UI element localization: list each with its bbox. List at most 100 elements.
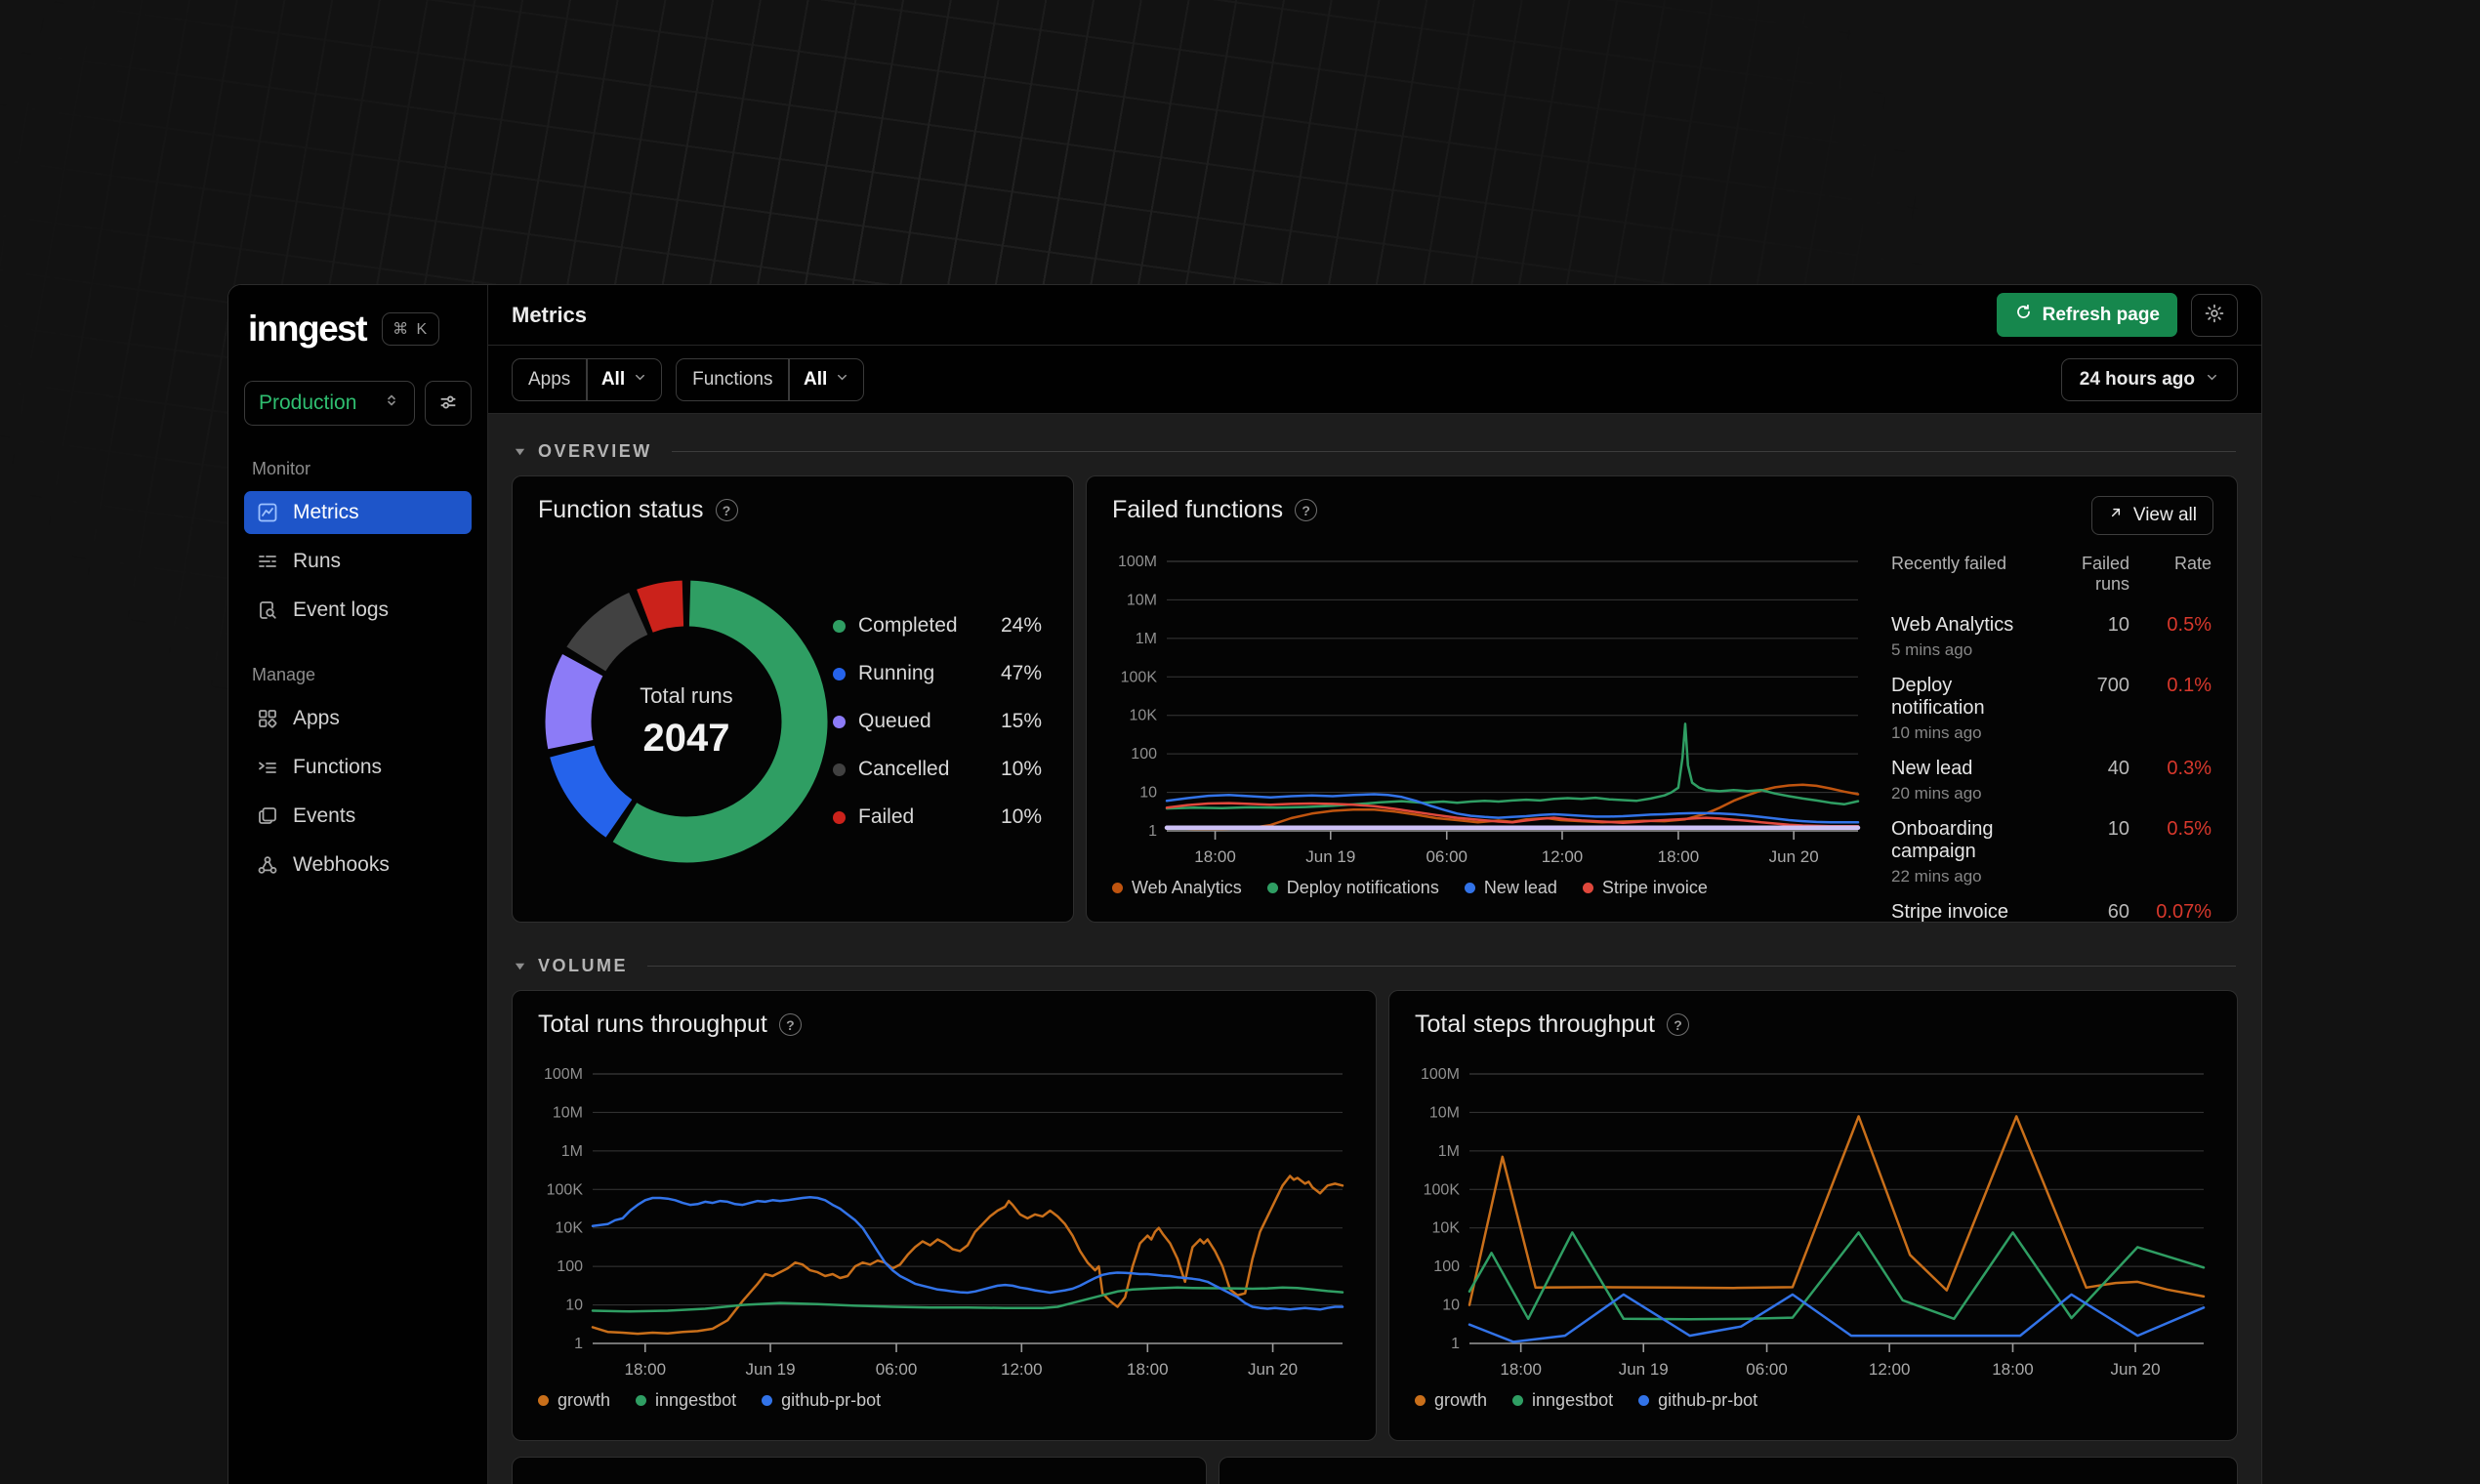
svg-text:18:00: 18:00 — [624, 1360, 666, 1379]
failed-function-name-cell: Web Analytics 5 mins ago — [1891, 614, 2040, 660]
svg-text:10K: 10K — [1130, 708, 1158, 724]
functions-filter-label: Functions — [692, 368, 773, 390]
legend-item-inngestbot: inngestbot — [1512, 1390, 1613, 1411]
series-github-pr-bot — [1467, 1293, 2206, 1343]
legend-item-completed: Completed 24% — [833, 614, 1042, 638]
total-steps-chart: 100M 10M 1M 100K 10K 100 10 1 18:00 Jun 19 06:00 12… — [1421, 1066, 2206, 1379]
svg-text:10: 10 — [1442, 1298, 1460, 1314]
table-header-row: Recently failed Failed runs Rate — [1891, 554, 2211, 595]
series-deploy-notifications — [1165, 722, 1860, 810]
total-steps-throughput-card: Total steps throughput ? 100M 10M 1M 100K 10… — [1388, 990, 2238, 1441]
view-all-label: View all — [2132, 505, 2197, 525]
table-row[interactable]: Deploy notification 10 mins ago 700 0.1% — [1891, 675, 2211, 743]
legend-dot — [833, 715, 846, 728]
failed-function-name-cell: New lead 20 mins ago — [1891, 758, 2040, 804]
failure-rate-value: 0.5% — [2167, 818, 2211, 840]
failed-function-time: 5 mins ago — [1891, 640, 1973, 659]
legend-item-inngestbot: inngestbot — [636, 1390, 736, 1411]
time-range-select[interactable]: 24 hours ago — [2060, 357, 2238, 401]
sidebar-item-functions[interactable]: Functions — [244, 746, 472, 789]
svg-text:10: 10 — [565, 1298, 583, 1314]
legend-label: growth — [1434, 1390, 1488, 1410]
sidebar-item-runs[interactable]: Runs — [244, 540, 472, 583]
legend-item-github-pr-bot: github-pr-bot — [1638, 1390, 1757, 1411]
legend-item-growth: growth — [538, 1390, 610, 1411]
sdk-request-throughput-card: SDK request throughput ? — [512, 1457, 1207, 1484]
series-inngestbot — [1467, 1231, 2206, 1321]
content-scroll-area[interactable]: OVERVIEW Function status ? Total runs 20… — [488, 414, 2261, 1484]
legend-dot — [833, 810, 846, 824]
failed-function-name-cell: Stripe invoice25 mins ago — [1891, 901, 2040, 922]
svg-text:10M: 10M — [1127, 592, 1157, 608]
series-inngestbot — [591, 1286, 1344, 1313]
legend-dot — [538, 1395, 549, 1406]
legend-label: Web Analytics — [1132, 878, 1242, 897]
svg-text:18:00: 18:00 — [1500, 1360, 1542, 1379]
sidebar-item-label: Functions — [293, 756, 383, 778]
svg-text:100K: 100K — [1121, 669, 1158, 685]
function-status-card: Function status ? Total runs 2047 Comple… — [512, 475, 1074, 923]
svg-text:1M: 1M — [561, 1143, 583, 1160]
volume-section-header[interactable]: VOLUME — [514, 956, 2236, 976]
sidebar-item-label: Apps — [293, 707, 340, 729]
functions-filter[interactable]: Functions All — [676, 357, 865, 401]
env-filter-button[interactable] — [425, 381, 472, 426]
legend-dot — [833, 763, 846, 776]
failure-rate-value: 0.3% — [2167, 758, 2211, 779]
failed-functions-title: Failed functions — [1112, 496, 1284, 523]
legend-label: github-pr-bot — [781, 1390, 882, 1410]
table-row[interactable]: New lead 20 mins ago 40 0.3% — [1891, 758, 2211, 804]
legend-item-queued: Queued 15% — [833, 710, 1042, 733]
table-row[interactable]: Onboarding campaign 22 mins ago 10 0.5% — [1891, 818, 2211, 886]
command-k-shortcut[interactable]: ⌘ K — [382, 312, 440, 346]
apps-filter[interactable]: Apps All — [512, 357, 663, 401]
svg-text:18:00: 18:00 — [1194, 847, 1236, 866]
collapse-triangle-icon — [514, 960, 526, 972]
webhook-icon — [256, 853, 279, 877]
sidebar-item-metrics[interactable]: Metrics — [244, 491, 472, 534]
doc-search-icon — [256, 598, 279, 622]
sidebar-item-label: Runs — [293, 550, 342, 572]
sidebar-item-apps[interactable]: Apps — [244, 697, 472, 740]
overview-section-header[interactable]: OVERVIEW — [514, 441, 2236, 462]
failure-rate-value: 0.07% — [2156, 901, 2211, 923]
svg-text:12:00: 12:00 — [1001, 1360, 1043, 1379]
sidebar-item-events[interactable]: Events — [244, 795, 472, 838]
view-all-button[interactable]: View all — [2090, 496, 2213, 535]
legend-label: Stripe invoice — [1601, 878, 1708, 897]
legend-label: Cancelled — [858, 758, 950, 780]
refresh-page-button[interactable]: Refresh page — [1996, 293, 2177, 337]
svg-text:Jun 20: Jun 20 — [1769, 847, 1819, 866]
backlog-card: Backlog ? — [1219, 1457, 2238, 1484]
svg-text:18:00: 18:00 — [1658, 847, 1700, 866]
sidebar-item-event-logs[interactable]: Event logs — [244, 589, 472, 632]
col-recently-failed: Recently failed — [1891, 554, 2007, 573]
failed-runs-value: 10 — [2107, 818, 2129, 840]
svg-text:Jun 19: Jun 19 — [1619, 1360, 1669, 1379]
svg-text:10: 10 — [1139, 785, 1157, 802]
legend-label: growth — [558, 1390, 611, 1410]
donut-total-runs: 2047 — [642, 716, 730, 760]
svg-text:100K: 100K — [1424, 1181, 1461, 1198]
help-icon[interactable]: ? — [1295, 499, 1318, 521]
table-row[interactable]: Stripe invoice25 mins ago 60 0.07% — [1891, 901, 2211, 923]
svg-text:12:00: 12:00 — [1542, 847, 1584, 866]
legend-dot — [1582, 883, 1593, 893]
chevron-down-icon — [835, 369, 849, 391]
help-icon[interactable]: ? — [778, 1013, 802, 1036]
legend-dot — [1112, 883, 1123, 893]
failed-functions-card: Failed functions ? View all 100M 10M 1M 100… — [1086, 475, 2238, 923]
failed-function-name: New lead — [1891, 758, 1973, 779]
functions-filter-value: All — [803, 368, 828, 390]
section-rule — [647, 966, 2236, 967]
settings-button[interactable] — [2191, 293, 2238, 337]
sidebar-item-webhooks[interactable]: Webhooks — [244, 844, 472, 886]
help-icon[interactable]: ? — [1667, 1013, 1689, 1036]
section-rule — [671, 451, 2236, 452]
help-icon[interactable]: ? — [715, 499, 738, 521]
environment-select[interactable]: Production — [244, 381, 415, 426]
sidebar-item-label: Event logs — [293, 598, 390, 621]
failed-runs-value: 40 — [2107, 758, 2129, 779]
sidebar-item-label: Metrics — [293, 501, 359, 523]
table-row[interactable]: Web Analytics 5 mins ago 10 0.5% — [1891, 614, 2211, 660]
